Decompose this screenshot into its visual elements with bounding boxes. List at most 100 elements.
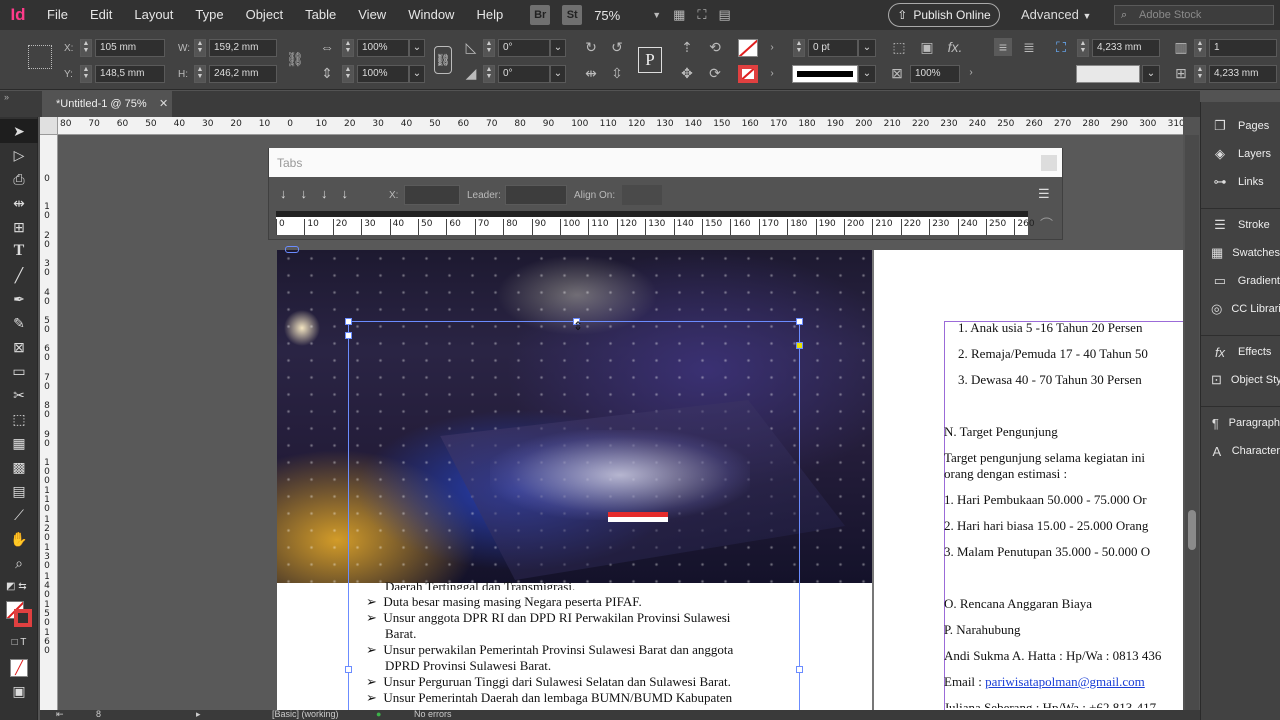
opacity-dropdown-icon[interactable]: › (962, 64, 980, 82)
rotate-cw-icon[interactable]: ↻ (582, 38, 600, 56)
gutter-field[interactable]: 4,233 mm (1092, 39, 1160, 57)
free-transform-tool-icon[interactable]: ⬚ (0, 407, 38, 431)
stroke-dropdown-icon[interactable]: › (763, 65, 781, 83)
columns-field[interactable]: 1 (1209, 39, 1277, 57)
screen-mode-tool-icon[interactable]: ▣ (0, 679, 38, 703)
stock-button[interactable]: St (562, 5, 583, 25)
scale-x-field[interactable]: 100% (357, 39, 409, 57)
selection-tool-icon[interactable]: ➤ (0, 119, 38, 143)
gradient-swatch-tool-icon[interactable]: ▦ (0, 431, 38, 455)
link-badge-icon[interactable] (285, 246, 299, 253)
menu-view[interactable]: View (347, 0, 397, 30)
rotate-spinner[interactable]: ▲ ▼ (483, 39, 495, 57)
align-on-field[interactable] (622, 185, 662, 205)
rectangle-frame-tool-icon[interactable]: ⊠ (0, 335, 38, 359)
w-spinner[interactable]: ▲ ▼ (194, 39, 206, 57)
corner-options-icon[interactable] (796, 342, 803, 349)
menu-help[interactable]: Help (465, 0, 514, 30)
stroke-weight-dropdown[interactable]: ⌄ (858, 39, 876, 57)
pencil-tool-icon[interactable]: ✎ (0, 311, 38, 335)
view-options-icon[interactable]: ⛶ (697, 7, 706, 23)
select-container-icon[interactable]: ⇡ (678, 38, 696, 56)
menu-file[interactable]: File (36, 0, 79, 30)
tabs-panel-close-icon[interactable] (1041, 155, 1057, 171)
dock-layers[interactable]: ◈ Layers (1201, 140, 1280, 168)
next-page-icon[interactable]: ▸ (196, 710, 201, 720)
center-tab-icon[interactable]: ↓ (301, 186, 322, 201)
x-spinner[interactable]: ▲ ▼ (80, 39, 92, 57)
y-spinner[interactable]: ▲ ▼ (80, 65, 92, 83)
type-tool-icon[interactable]: T (0, 239, 38, 263)
pen-tool-icon[interactable]: ✒ (0, 287, 38, 311)
menu-edit[interactable]: Edit (79, 0, 123, 30)
shear-field[interactable]: 0° (498, 65, 550, 83)
menu-window[interactable]: Window (397, 0, 465, 30)
select-previous-icon[interactable]: ⟲ (706, 38, 724, 56)
line-tool-icon[interactable]: ╱ (0, 263, 38, 287)
dock-stroke[interactable]: ☰ Stroke (1201, 211, 1280, 239)
working-style[interactable]: [Basic] (working) (272, 710, 339, 720)
page-number-field[interactable]: 8 (96, 710, 101, 720)
adobe-stock-search[interactable]: ⌕ Adobe Stock (1114, 5, 1274, 25)
vertical-scrollbar[interactable] (1185, 135, 1199, 710)
first-page-icon[interactable]: ⇤ (56, 710, 64, 720)
decimal-tab-icon[interactable]: ↓ (342, 186, 363, 201)
stroke-weight-spinner[interactable]: ▲ ▼ (793, 39, 805, 57)
constrain-proportions-icon[interactable]: ⛓ (286, 50, 304, 68)
menu-type[interactable]: Type (184, 0, 234, 30)
shear-spinner[interactable]: ▲ ▼ (483, 65, 495, 83)
tab-x-field[interactable] (404, 185, 460, 205)
scroll-thumb[interactable] (1188, 510, 1196, 550)
gap-tool-icon[interactable]: ⇹ (0, 191, 38, 215)
y-field[interactable]: 148,5 mm (95, 65, 165, 83)
close-tab-icon[interactable]: ✕ (159, 91, 168, 117)
constrain-scale-icon[interactable]: ⛓ (434, 46, 452, 74)
select-content-icon[interactable]: ✥ (678, 64, 696, 82)
dock-links[interactable]: ⊶ Links (1201, 168, 1280, 196)
right-tab-icon[interactable]: ↓ (321, 186, 342, 201)
position-above-frame-icon[interactable]: ⌒ (1040, 214, 1053, 233)
default-colors-icon[interactable]: ◩ ⇆ (0, 575, 38, 599)
dock-swatches[interactable]: ▦ Swatches (1201, 239, 1280, 267)
handle-bottom-left[interactable] (345, 666, 352, 673)
direct-selection-tool-icon[interactable]: ▷ (0, 143, 38, 167)
tabs-menu-icon[interactable]: ☰ (1038, 186, 1050, 202)
fill-stroke-swatches[interactable] (0, 599, 38, 631)
scale-x-spinner[interactable]: ▲ ▼ (342, 39, 354, 57)
h-spinner[interactable]: ▲ ▼ (194, 65, 206, 83)
formatting-affects-icon[interactable]: □ T (0, 631, 38, 655)
dock-gradient[interactable]: ▭ Gradient (1201, 267, 1280, 295)
rotate-field[interactable]: 0° (498, 39, 550, 57)
stroke-swatch[interactable] (738, 65, 758, 83)
tabs-panel-header[interactable]: Tabs (269, 148, 1062, 177)
document-tab[interactable]: *Untitled-1 @ 75% ✕ (42, 91, 172, 117)
shear-dropdown[interactable]: ⌄ (550, 65, 566, 83)
dock-effects[interactable]: fx Effects (1201, 338, 1280, 366)
email-link[interactable]: pariwisatapolman@gmail.com (985, 674, 1145, 689)
note-tool-icon[interactable]: ▤ (0, 479, 38, 503)
fit-content-icon[interactable]: ⬚ (890, 38, 908, 56)
column-gutter-field[interactable]: 4,233 mm (1209, 65, 1277, 83)
reference-point-icon[interactable] (28, 45, 52, 69)
dock-object-styles[interactable]: ⊡Object Styles (1201, 366, 1280, 394)
select-next-icon[interactable]: ⟳ (706, 64, 724, 82)
flip-horizontal-icon[interactable]: ⇹ (582, 64, 600, 82)
x-field[interactable]: 105 mm (95, 39, 165, 57)
zoom-chevron-icon[interactable]: ▼ (652, 10, 661, 20)
dock-cc-libraries[interactable]: ◎CC Libraries (1201, 295, 1280, 323)
left-tab-icon[interactable]: ↓ (280, 186, 301, 201)
rectangle-tool-icon[interactable]: ▭ (0, 359, 38, 383)
bridge-button[interactable]: Br (530, 5, 551, 25)
w-field[interactable]: 159,2 mm (209, 39, 277, 57)
object-style-field[interactable] (1076, 65, 1140, 83)
ruler-origin[interactable] (40, 117, 58, 135)
screen-mode-icon[interactable]: ▦ (673, 7, 685, 23)
stroke-type-selector[interactable] (792, 65, 858, 83)
handle-top-left[interactable] (345, 318, 352, 325)
preflight-status[interactable]: No errors (414, 710, 452, 720)
scale-x-dropdown[interactable]: ⌄ (409, 39, 425, 57)
rotate-ccw-icon[interactable]: ↺ (608, 38, 626, 56)
page-tool-icon[interactable]: ⎙ (0, 167, 38, 191)
dock-character[interactable]: A Character (1201, 437, 1280, 465)
dock-paragraph[interactable]: ¶ Paragraph (1201, 409, 1280, 437)
